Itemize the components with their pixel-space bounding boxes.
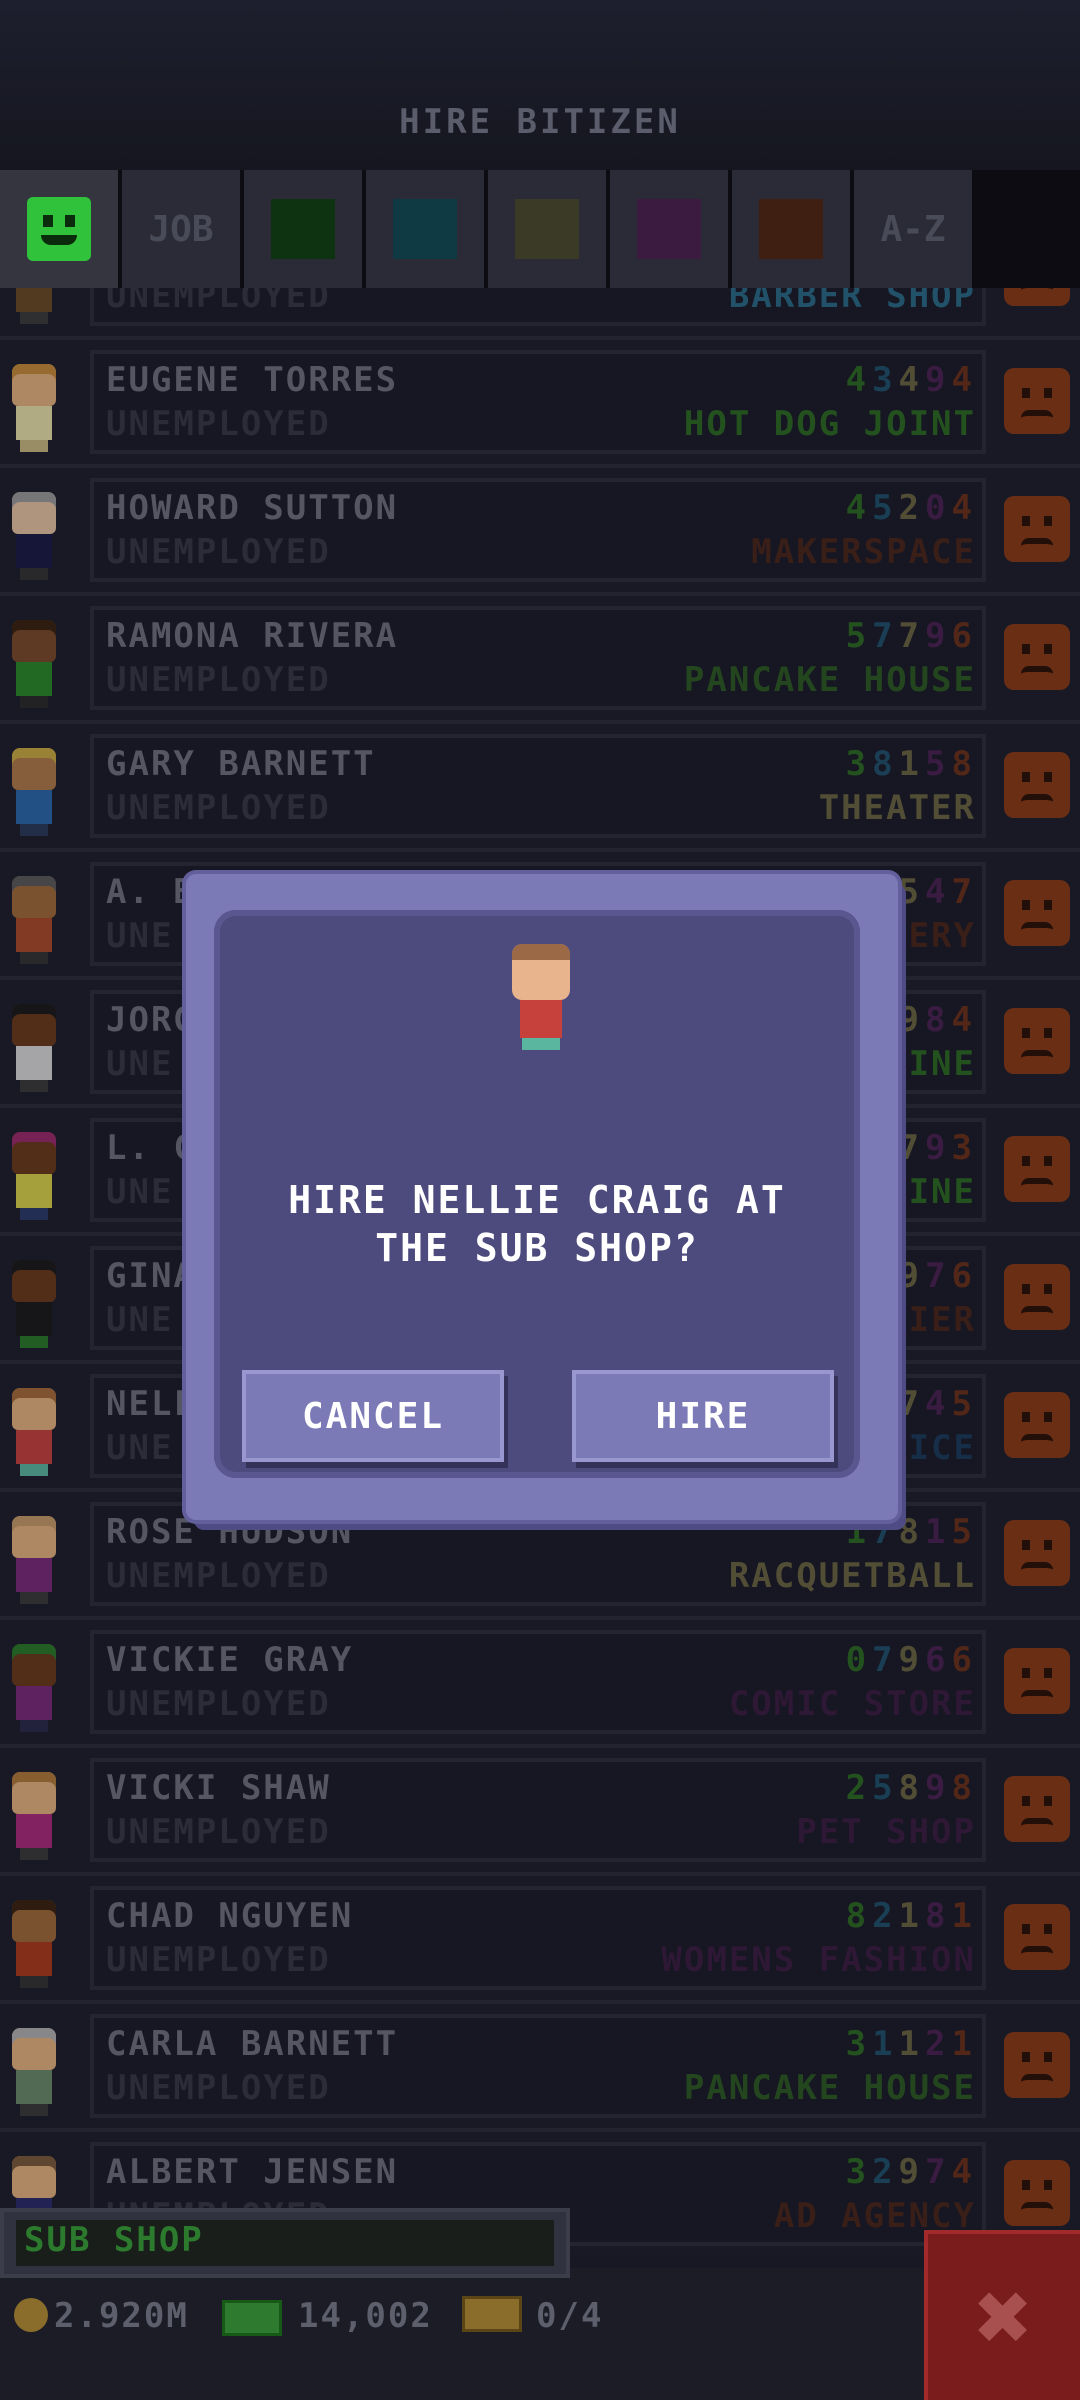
dialog-message: HIRE NELLIE CRAIG AT THE SUB SHOP? xyxy=(288,1178,786,1270)
hire-dialog: HIRE NELLIE CRAIG AT THE SUB SHOP? CANCE… xyxy=(186,874,898,1520)
bitizen-avatar xyxy=(508,944,570,1050)
dialog-panel: HIRE NELLIE CRAIG AT THE SUB SHOP? CANCE… xyxy=(214,910,860,1478)
modal-overlay: HIRE NELLIE CRAIG AT THE SUB SHOP? CANCE… xyxy=(0,0,1080,2400)
hire-button[interactable]: HIRE xyxy=(572,1370,834,1462)
cancel-button[interactable]: CANCEL xyxy=(242,1370,504,1462)
